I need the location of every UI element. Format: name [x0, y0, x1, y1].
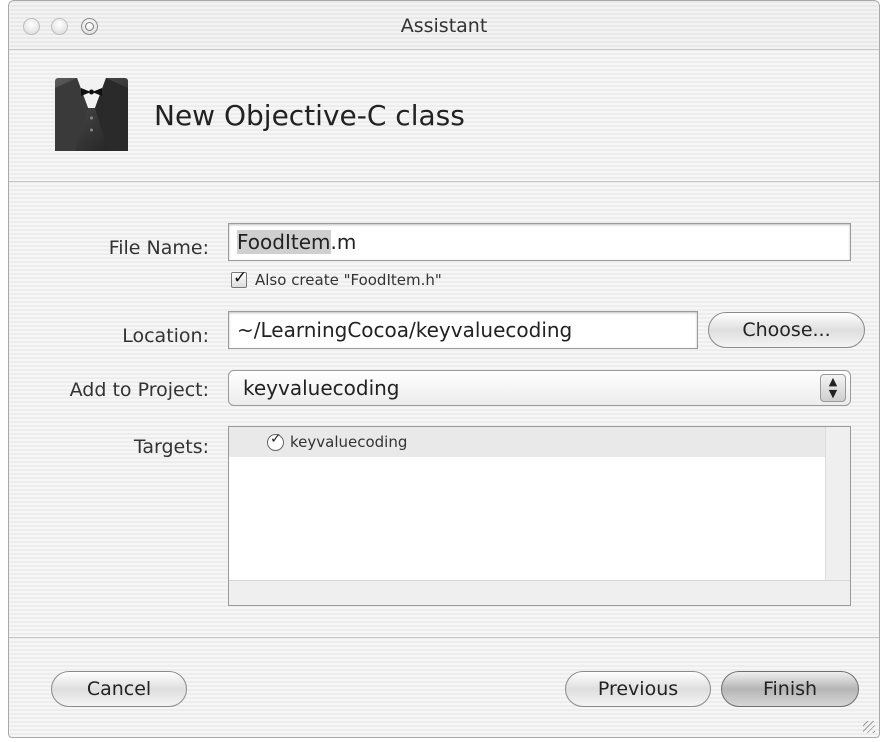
target-checkbox[interactable] — [267, 431, 284, 451]
target-name: keyvaluecoding — [290, 433, 408, 451]
page-title: New Objective-C class — [154, 99, 465, 132]
list-item[interactable]: keyvaluecoding — [229, 427, 826, 457]
also-create-label: Also create "FoodItem.h" — [255, 271, 442, 289]
popup-arrows-icon: ▲ ▼ — [820, 374, 846, 402]
targets-footer — [229, 580, 850, 605]
divider — [9, 181, 879, 182]
assistant-window: Assistant New Objective-C class File Nam… — [8, 0, 880, 738]
file-name-selection: FoodItem — [237, 230, 331, 254]
location-input[interactable]: ~/LearningCocoa/keyvaluecoding — [228, 311, 698, 349]
targets-scrollbar[interactable] — [825, 427, 850, 581]
window-title: Assistant — [400, 15, 488, 37]
resize-grip-icon[interactable] — [863, 721, 875, 733]
previous-button[interactable]: Previous — [565, 671, 711, 707]
location-label: Location: — [122, 325, 209, 347]
title-bar: Assistant — [9, 1, 879, 50]
file-name-label: File Name: — [108, 237, 209, 259]
add-to-project-label: Add to Project: — [69, 379, 209, 401]
project-popup-value: keyvaluecoding — [243, 376, 400, 400]
footer-divider — [9, 637, 879, 638]
project-popup[interactable]: keyvaluecoding ▲ ▼ — [228, 370, 851, 406]
finish-button[interactable]: Finish — [721, 671, 859, 707]
tuxedo-icon — [55, 78, 128, 151]
also-create-header-option[interactable]: Also create "FoodItem.h" — [231, 268, 442, 289]
cancel-button[interactable]: Cancel — [51, 671, 187, 707]
targets-label: Targets: — [133, 436, 209, 458]
file-name-extension: .m — [330, 230, 357, 254]
targets-list[interactable]: keyvaluecoding — [228, 426, 851, 606]
file-name-input[interactable]: FoodItem.m — [228, 223, 851, 261]
also-create-checkbox[interactable] — [231, 268, 247, 288]
choose-button[interactable]: Choose... — [708, 312, 865, 348]
